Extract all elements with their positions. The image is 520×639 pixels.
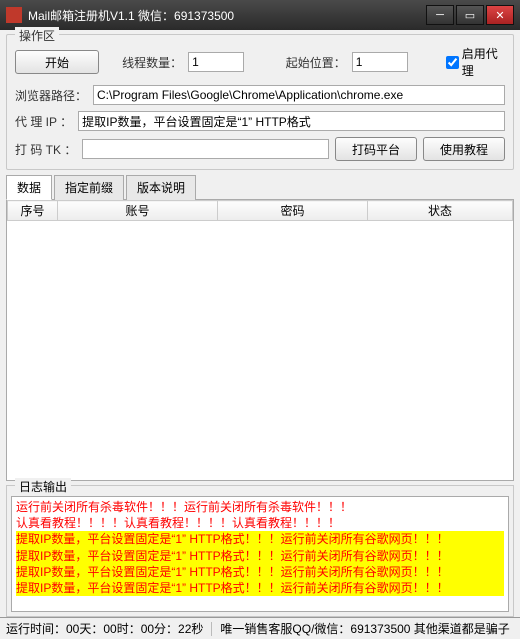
col-index[interactable]: 序号 [8, 201, 58, 221]
threads-label: 线程数量： [122, 54, 182, 71]
close-button[interactable]: ✕ [486, 5, 514, 25]
window-buttons: ─ ▭ ✕ [426, 5, 514, 25]
log-line: 提取IP数量，平台设置固定是“1” HTTP格式！！！运行前关闭所有谷歌网页！！… [16, 531, 504, 547]
startpos-label: 起始位置： [286, 54, 346, 71]
app-icon [6, 7, 22, 23]
log-line: 认真看教程！！！！认真看教程！！！！认真看教程！！！！ [16, 515, 504, 531]
status-bar: 运行时间：00天：00时：00分：22秒 唯一销售客服QQ/微信：6913735… [0, 617, 520, 639]
data-table: 序号 账号 密码 状态 [7, 200, 513, 221]
captcha-tk-input[interactable] [82, 139, 329, 159]
controls-group-label: 操作区 [15, 27, 59, 44]
proxy-enable-checkbox[interactable]: 启用代理 [446, 45, 505, 79]
maximize-button[interactable]: ▭ [456, 5, 484, 25]
tab-data[interactable]: 数据 [6, 175, 52, 200]
window-title: Mail邮箱注册机V1.1 微信：691373500 [28, 7, 426, 24]
log-line: 提取IP数量，平台设置固定是“1” HTTP格式！！！运行前关闭所有谷歌网页！！… [16, 580, 504, 596]
browser-path-label: 浏览器路径： [15, 87, 87, 104]
log-line: 提取IP数量，平台设置固定是“1” HTTP格式！！！运行前关闭所有谷歌网页！！… [16, 548, 504, 564]
start-button[interactable]: 开始 [15, 50, 99, 74]
status-contact: 唯一销售客服QQ/微信：691373500 其他渠道都是骗子 [220, 620, 509, 637]
controls-group: 操作区 开始 线程数量： 起始位置： 启用代理 浏览器路径： [6, 34, 514, 170]
client-area: 操作区 开始 线程数量： 起始位置： 启用代理 浏览器路径： [0, 30, 520, 617]
tab-version[interactable]: 版本说明 [126, 175, 196, 200]
proxy-ip-label: 代 理 IP ： [15, 113, 72, 130]
col-status[interactable]: 状态 [368, 201, 513, 221]
proxy-enable-label: 启用代理 [462, 45, 505, 79]
log-line: 提取IP数量，平台设置固定是“1” HTTP格式！！！运行前关闭所有谷歌网页！！… [16, 564, 504, 580]
col-password[interactable]: 密码 [218, 201, 368, 221]
tutorial-button[interactable]: 使用教程 [423, 137, 505, 161]
proxy-ip-input[interactable] [78, 111, 505, 131]
status-runtime: 运行时间：00天：00时：00分：22秒 [6, 620, 203, 637]
log-group-label: 日志输出 [15, 478, 71, 495]
captcha-platform-button[interactable]: 打码平台 [335, 137, 417, 161]
tabs: 数据 指定前缀 版本说明 [6, 174, 514, 200]
proxy-enable-input[interactable] [446, 56, 459, 69]
log-group: 日志输出 运行前关闭所有杀毒软件！！！运行前关闭所有杀毒软件！！！认真看教程！！… [6, 485, 514, 617]
tab-prefix[interactable]: 指定前缀 [54, 175, 124, 200]
log-output[interactable]: 运行前关闭所有杀毒软件！！！运行前关闭所有杀毒软件！！！认真看教程！！！！认真看… [11, 496, 509, 612]
col-account[interactable]: 账号 [58, 201, 218, 221]
titlebar[interactable]: Mail邮箱注册机V1.1 微信：691373500 ─ ▭ ✕ [0, 0, 520, 30]
table-header-row: 序号 账号 密码 状态 [8, 201, 513, 221]
minimize-button[interactable]: ─ [426, 5, 454, 25]
status-separator [211, 622, 212, 636]
threads-input[interactable] [188, 52, 244, 72]
data-table-wrap[interactable]: 序号 账号 密码 状态 [6, 200, 514, 481]
app-window: Mail邮箱注册机V1.1 微信：691373500 ─ ▭ ✕ 操作区 开始 … [0, 0, 520, 639]
captcha-tk-label: 打 码 TK ： [15, 141, 76, 158]
startpos-input[interactable] [352, 52, 408, 72]
browser-path-input[interactable] [93, 85, 505, 105]
log-line: 运行前关闭所有杀毒软件！！！运行前关闭所有杀毒软件！！！ [16, 499, 504, 515]
